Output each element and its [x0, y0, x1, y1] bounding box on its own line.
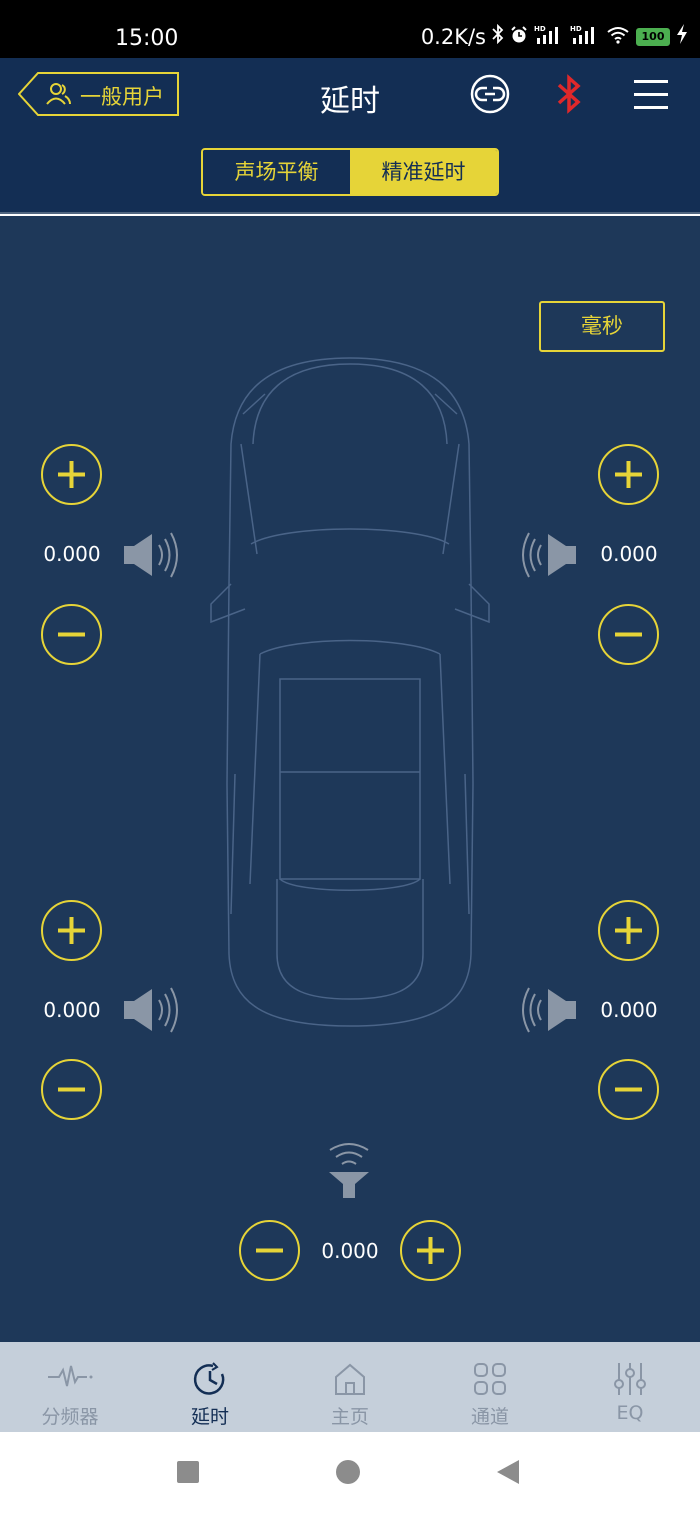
svg-text:HD: HD: [570, 25, 582, 33]
front-right-plus-button[interactable]: [598, 444, 659, 505]
subwoofer-value: 0.000: [321, 1239, 379, 1263]
rear-right-value: 0.000: [600, 998, 658, 1022]
link-icon[interactable]: [470, 74, 510, 118]
nav-delay[interactable]: 延时: [140, 1342, 280, 1432]
signal-icon-2: HD: [570, 24, 600, 49]
signal-icon: HD: [534, 24, 564, 49]
app-header: 一般用户 延时 声场平衡 精准延时: [0, 58, 700, 214]
waveform-icon: [48, 1365, 93, 1387]
nav-eq[interactable]: EQ: [560, 1342, 700, 1432]
speaker-right-icon: [522, 987, 576, 1033]
status-time: 15:00: [115, 26, 179, 51]
rear-left-value: 0.000: [43, 998, 101, 1022]
nav-crossover[interactable]: 分频器: [0, 1342, 140, 1432]
bluetooth-status-icon: [492, 23, 504, 49]
status-bar: 15:00 0.2K/s HD HD 100: [0, 0, 700, 58]
svg-text:HD: HD: [534, 25, 546, 33]
nav-channel-label: 通道: [470, 1406, 509, 1428]
front-right-value: 0.000: [600, 542, 658, 566]
wifi-icon: [606, 25, 630, 49]
front-left-value: 0.000: [43, 542, 101, 566]
tab-sound-field[interactable]: 声场平衡: [203, 150, 350, 194]
equalizer-icon: [614, 1363, 646, 1395]
tab-precise-delay[interactable]: 精准延时: [350, 150, 497, 194]
rear-left-plus-button[interactable]: [41, 900, 102, 961]
nav-eq-label: EQ: [616, 1402, 644, 1424]
alarm-icon: [510, 25, 528, 49]
car-outline: [210, 357, 490, 1027]
rear-right-plus-button[interactable]: [598, 900, 659, 961]
status-indicators: 0.2K/s HD HD 100: [420, 23, 688, 49]
recents-icon[interactable]: [177, 1461, 199, 1483]
subwoofer-minus-button[interactable]: [239, 1220, 300, 1281]
speaker-right-icon: [522, 532, 576, 578]
home-circle-icon[interactable]: [336, 1460, 360, 1484]
nav-delay-label: 延时: [190, 1406, 229, 1428]
nav-crossover-label: 分频器: [41, 1406, 99, 1428]
rear-right-minus-button[interactable]: [598, 1059, 659, 1120]
nav-home-label: 主页: [330, 1406, 369, 1428]
menu-icon[interactable]: [634, 78, 668, 114]
subwoofer-icon: [329, 1143, 369, 1198]
clock-icon: [193, 1362, 225, 1395]
network-speed: 0.2K/s: [420, 24, 486, 49]
rear-left-minus-button[interactable]: [41, 1059, 102, 1120]
battery-icon: 100: [636, 27, 670, 46]
grid-icon: [474, 1363, 506, 1395]
front-left-minus-button[interactable]: [41, 604, 102, 665]
nav-channel[interactable]: 通道: [420, 1342, 560, 1432]
subwoofer-plus-button[interactable]: [400, 1220, 461, 1281]
system-nav-bar: [0, 1432, 700, 1516]
unit-toggle-button[interactable]: 毫秒: [539, 301, 665, 352]
delay-panel: 毫秒 0.000 0.000 0.000 0.000 0.000: [0, 216, 700, 1342]
front-right-minus-button[interactable]: [598, 604, 659, 665]
speaker-left-icon: [124, 987, 178, 1033]
front-left-plus-button[interactable]: [41, 444, 102, 505]
back-icon[interactable]: [495, 1458, 521, 1486]
page-title: 延时: [320, 84, 380, 119]
bluetooth-icon[interactable]: [556, 74, 582, 118]
bottom-nav: 分频器 延时 主页 通道 EQ: [0, 1342, 700, 1432]
home-icon: [335, 1363, 365, 1395]
charging-icon: [676, 24, 688, 49]
nav-home[interactable]: 主页: [280, 1342, 420, 1432]
speaker-left-icon: [124, 532, 178, 578]
mode-segment: 声场平衡 精准延时: [201, 148, 499, 196]
